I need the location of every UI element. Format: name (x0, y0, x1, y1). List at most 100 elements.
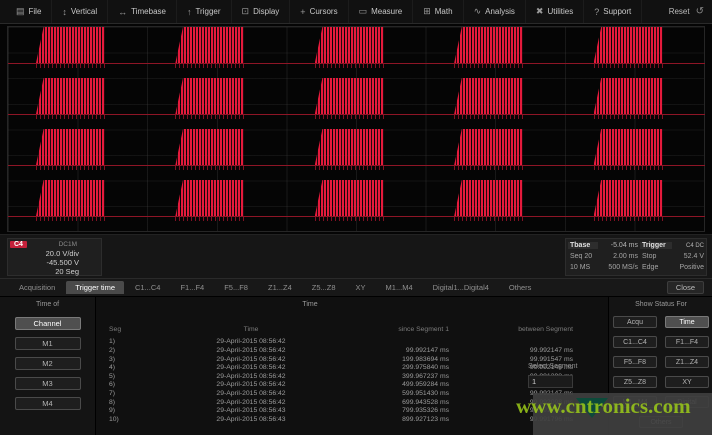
reset-button[interactable]: Reset (669, 7, 690, 16)
menu-bar-items: ▤File↕Vertical↔Timebase↑Trigger⊡Display+… (6, 0, 642, 23)
dialog-tab-bar: AcquisitionTrigger timeC1...C4F1...F4F5.… (0, 279, 712, 297)
file-icon: ▤ (16, 6, 25, 17)
timebase-trigger-descriptor[interactable]: Tbase -5.04 ms Trigger C4 DC Seq 202.00 … (565, 238, 707, 276)
tab-c1-c4[interactable]: C1...C4 (126, 281, 169, 294)
time-of-button-m2[interactable]: M2 (15, 357, 81, 370)
segment-burst-12 (175, 129, 244, 165)
tab-others[interactable]: Others (500, 281, 541, 294)
table-cell-8-2: 799.935326 ms (341, 407, 455, 414)
menu-item-label: Support (603, 7, 631, 16)
segment-burst-20 (594, 180, 663, 216)
menu-item-label: Timebase (131, 7, 166, 16)
table-cell-7-0: 8) (95, 399, 161, 406)
table-cell-4-2: 399.967237 ms (341, 373, 455, 380)
table-cell-1-3: 99.992147 ms (455, 347, 579, 354)
tbase-cell-1-3: Positive (672, 264, 706, 271)
menu-item-trigger[interactable]: ↑Trigger (177, 0, 232, 23)
trigger-time-table[interactable]: SegTimesince Segment 1between Segment1)2… (95, 325, 525, 424)
menu-item-vertical[interactable]: ↕Vertical (52, 0, 108, 23)
menu-item-measure[interactable]: ▭Measure (349, 0, 414, 23)
segment-burst-13 (315, 129, 384, 165)
segment-burst-17 (175, 180, 244, 216)
trigger-icon: ↑ (187, 7, 192, 17)
table-row: 7)29-April-2015 08:56:42599.951430 ms99.… (95, 389, 525, 398)
table-row: 8)29-April-2015 08:56:42699.943528 ms99.… (95, 398, 525, 407)
segment-burst-1 (36, 27, 105, 63)
table-cell-8-1: 29-April-2015 08:56:43 (161, 407, 341, 414)
show-status-title: Show Status For (609, 301, 712, 308)
show-status-button-f5-f8[interactable]: F5...F8 (613, 356, 657, 368)
tab-acquisition[interactable]: Acquisition (10, 281, 64, 294)
segment-burst-tail-18 (315, 217, 384, 221)
oscilloscope-screen: ▤File↕Vertical↔Timebase↑Trigger⊡Display+… (0, 0, 712, 435)
segment-burst-tail-4 (454, 64, 523, 68)
table-cell-1-0: 2) (95, 347, 161, 354)
menu-item-analysis[interactable]: ∿Analysis (464, 0, 526, 23)
table-row: 3)29-April-2015 08:56:42199.983694 ms99.… (95, 355, 525, 364)
time-of-button-m1[interactable]: M1 (15, 337, 81, 350)
channel-scale: 20.0 V/div (46, 249, 79, 258)
table-cell-9-0: 10) (95, 416, 161, 423)
tbase-cell-0-0: Seq 20 (568, 253, 598, 260)
segment-burst-tail-16 (36, 217, 105, 221)
table-cell-9-2: 899.927123 ms (341, 416, 455, 423)
channel-coupling: DC1M (59, 241, 77, 248)
table-cell-1-1: 29-April-2015 08:56:42 (161, 347, 341, 354)
show-status-button-acqu[interactable]: Acqu (613, 316, 657, 328)
select-segment-input[interactable]: 1 (528, 375, 573, 388)
time-of-button-channel[interactable]: Channel (15, 317, 81, 330)
menu-item-utilities[interactable]: ✖Utilities (526, 0, 584, 23)
menu-item-cursors[interactable]: +Cursors (290, 0, 348, 23)
segment-burst-tail-1 (36, 64, 105, 68)
tab-z1-z4[interactable]: Z1...Z4 (259, 281, 301, 294)
menu-item-timebase[interactable]: ↔ Timebase (108, 0, 177, 23)
show-status-button-z1-z4[interactable]: Z1...Z4 (665, 356, 709, 368)
table-cell-7-2: 699.943528 ms (341, 399, 455, 406)
menu-item-display[interactable]: ⊡Display (232, 0, 291, 23)
table-group-header: Time (95, 301, 525, 308)
show-status-button-c1-c4[interactable]: C1...C4 (613, 336, 657, 348)
table-cell-3-0: 4) (95, 364, 161, 371)
table-cell-4-1: 29-April-2015 08:56:42 (161, 373, 341, 380)
table-cell-6-2: 599.951430 ms (341, 390, 455, 397)
tab-z5-z8[interactable]: Z5...Z8 (303, 281, 345, 294)
table-row: 10)29-April-2015 08:56:43899.927123 ms99… (95, 415, 525, 424)
table-cell-2-1: 29-April-2015 08:56:42 (161, 356, 341, 363)
table-cell-5-1: 29-April-2015 08:56:42 (161, 381, 341, 388)
reset-icon: ↺ (696, 6, 704, 17)
table-row: 4)29-April-2015 08:56:42299.975840 ms99.… (95, 363, 525, 372)
close-button[interactable]: Close (667, 281, 704, 294)
tab-digital1-digital4[interactable]: Digital1...Digital4 (424, 281, 498, 294)
tab-f5-f8[interactable]: F5...F8 (215, 281, 257, 294)
tab-xy[interactable]: XY (347, 281, 375, 294)
tab-trigger-time[interactable]: Trigger time (66, 281, 124, 294)
segment-burst-8 (315, 78, 384, 114)
waveform-plot[interactable] (0, 24, 712, 234)
channel-descriptor-c4[interactable]: C4 DC1M 20.0 V/div -45.500 V 20 Seg (7, 238, 102, 276)
select-segment-label: Select Segment (528, 363, 590, 372)
menu-item-label: Utilities (547, 7, 573, 16)
table-cell-5-0: 6) (95, 381, 161, 388)
segment-burst-16 (36, 180, 105, 216)
tab-m1-m4[interactable]: M1...M4 (377, 281, 422, 294)
channel-segments: 20 Seg (46, 267, 79, 276)
show-status-button-z5-z8[interactable]: Z5...Z8 (613, 376, 657, 388)
menu-item-file[interactable]: ▤File (6, 0, 52, 23)
tab-f1-f4[interactable]: F1...F4 (171, 281, 213, 294)
time-of-button-m3[interactable]: M3 (15, 377, 81, 390)
time-of-button-m4[interactable]: M4 (15, 397, 81, 410)
menu-item-label: Trigger (195, 7, 220, 16)
menu-item-math[interactable]: ⊞Math (413, 0, 463, 23)
time-of-title: Time of (0, 301, 95, 308)
timebase-icon: ↔ (118, 7, 127, 17)
table-cell-6-0: 7) (95, 390, 161, 397)
support-icon: ? (594, 7, 599, 17)
menu-item-label: Measure (371, 7, 402, 16)
show-status-button-time[interactable]: Time (665, 316, 709, 328)
table-cell-9-1: 29-April-2015 08:56:43 (161, 416, 341, 423)
table-cell-5-2: 499.959284 ms (341, 381, 455, 388)
show-status-button-xy[interactable]: XY (665, 376, 709, 388)
menu-item-support[interactable]: ? Support (584, 0, 642, 23)
segment-burst-tail-7 (175, 115, 244, 119)
show-status-button-f1-f4[interactable]: F1...F4 (665, 336, 709, 348)
